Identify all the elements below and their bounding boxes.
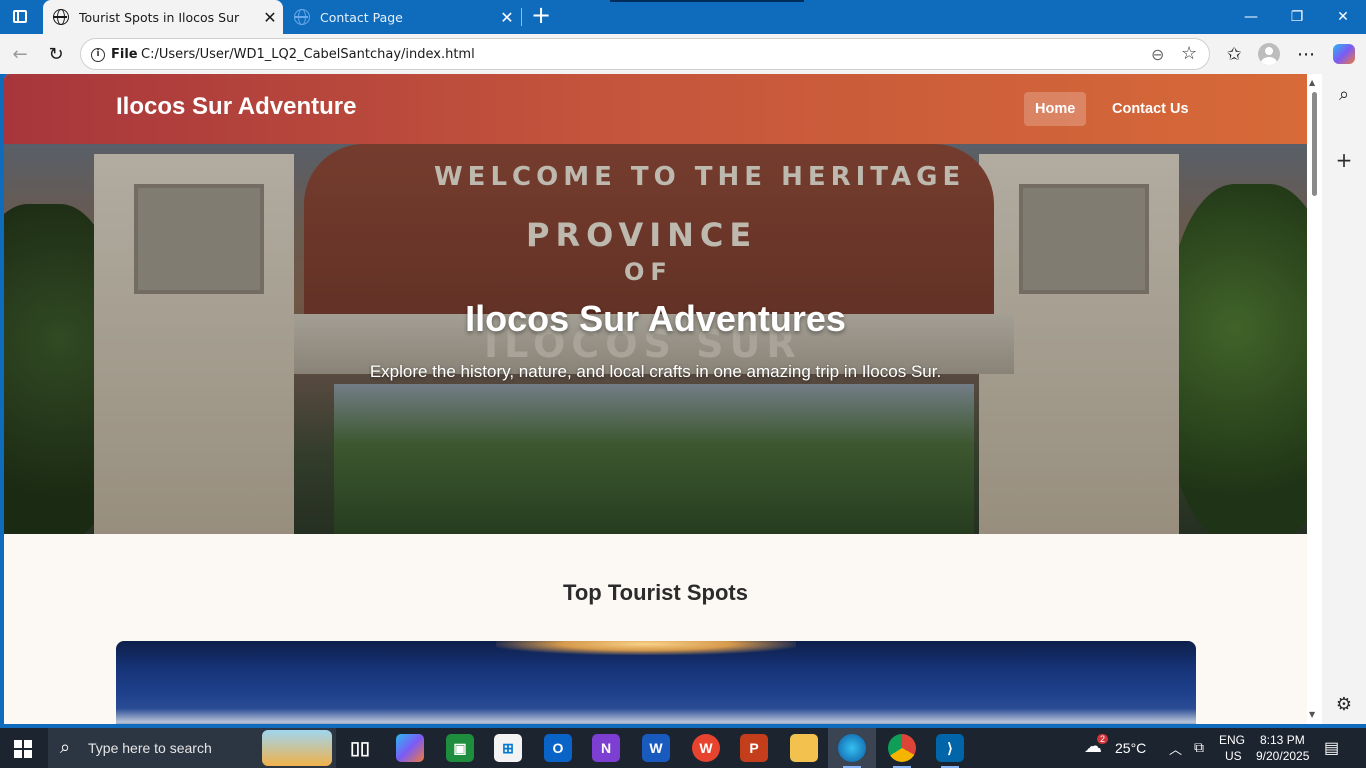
- profile-avatar[interactable]: [1258, 43, 1280, 65]
- sunset-glow: [496, 641, 796, 655]
- weather-badge: 2: [1097, 734, 1109, 744]
- notifications-icon[interactable]: ▤: [1324, 738, 1339, 758]
- store-app-icon[interactable]: ⊞: [494, 734, 522, 762]
- windows-start-icon[interactable]: [14, 740, 32, 758]
- tab-title: Contact Page: [320, 9, 403, 25]
- word-app-icon[interactable]: W: [642, 734, 670, 762]
- scrollbar-thumb[interactable]: [1312, 92, 1317, 196]
- site-header: Ilocos Sur Adventure Home Contact Us: [4, 74, 1307, 144]
- back-arrow-icon[interactable]: ←: [6, 41, 34, 67]
- url-text[interactable]: C:/Users/User/WD1_LQ2_CabelSantchay/inde…: [141, 47, 475, 62]
- page-scrollbar[interactable]: ▲ ▼: [1307, 74, 1322, 724]
- info-icon[interactable]: i: [91, 48, 105, 62]
- refresh-icon[interactable]: ↻: [42, 41, 70, 67]
- close-window-button[interactable]: ✕: [1320, 0, 1366, 34]
- chrome-app-icon[interactable]: [888, 734, 916, 762]
- file-explorer-icon[interactable]: [790, 734, 818, 762]
- nav-contact-link[interactable]: Contact Us: [1101, 92, 1200, 126]
- search-icon: ⌕: [60, 737, 71, 758]
- favorite-star-icon[interactable]: ☆: [1181, 43, 1197, 64]
- browser-title-bar: Tourist Spots in Ilocos Sur ✕ Contact Pa…: [0, 0, 1366, 34]
- outlook-app-icon[interactable]: O: [544, 734, 572, 762]
- taskbar-search-placeholder: Type here to search: [88, 740, 212, 756]
- globe-icon: [53, 9, 69, 25]
- classroom-app-icon[interactable]: ▣: [446, 734, 474, 762]
- onenote-app-icon[interactable]: N: [592, 734, 620, 762]
- tab-contact-page[interactable]: Contact Page ✕: [284, 0, 520, 34]
- page-viewport: Ilocos Sur Adventure Home Contact Us WEL…: [4, 74, 1307, 724]
- wps-app-icon[interactable]: W: [692, 734, 720, 762]
- language-bottom[interactable]: US: [1225, 749, 1242, 763]
- tab-actions-icon[interactable]: [8, 6, 32, 28]
- search-icon[interactable]: ⌕: [1322, 84, 1366, 105]
- more-menu-icon[interactable]: ⋯: [1292, 41, 1320, 67]
- scroll-up-icon[interactable]: ▲: [1309, 78, 1315, 87]
- clock-time[interactable]: 8:13 PM: [1260, 733, 1305, 747]
- show-hidden-icons-chevron-icon[interactable]: ︿: [1169, 739, 1182, 758]
- clock-date[interactable]: 9/20/2025: [1256, 749, 1309, 763]
- copilot-app-icon[interactable]: [396, 734, 424, 762]
- vscode-app-icon[interactable]: ⟩: [936, 734, 964, 762]
- windows-taskbar: ⌕ Type here to search ▯▯ ▣ ⊞ O N W W P ⟩…: [0, 728, 1366, 768]
- scroll-down-icon[interactable]: ▼: [1309, 710, 1315, 719]
- settings-gear-icon[interactable]: ⚙: [1322, 694, 1366, 715]
- browser-sidebar: ⌕ + ⚙: [1322, 74, 1366, 724]
- powerpoint-app-icon[interactable]: P: [740, 734, 768, 762]
- new-tab-button[interactable]: +: [530, 3, 552, 29]
- hero-title: Ilocos Sur Adventures: [465, 298, 846, 339]
- url-scheme-label: File: [111, 47, 138, 62]
- globe-icon: [294, 9, 310, 25]
- section-title: Top Tourist Spots: [563, 580, 748, 605]
- edge-app-icon[interactable]: [838, 734, 866, 762]
- hero-banner: WELCOME TO THE HERITAGE PROVINCE OF ILOC…: [4, 144, 1307, 534]
- browser-toolbar: ← ↻ i File C:/Users/User/WD1_LQ2_CabelSa…: [0, 34, 1366, 74]
- close-tab-icon[interactable]: ✕: [257, 8, 283, 27]
- task-view-icon[interactable]: ▯▯: [346, 734, 374, 762]
- add-sidebar-icon[interactable]: +: [1322, 148, 1366, 172]
- nav-home-link[interactable]: Home: [1024, 92, 1087, 126]
- close-tab-icon[interactable]: ✕: [494, 8, 520, 27]
- copilot-icon[interactable]: [1333, 44, 1355, 64]
- restore-button[interactable]: ❐: [1274, 0, 1320, 34]
- tourist-spot-card-image[interactable]: [116, 641, 1196, 724]
- titlebar-accent-line: [610, 0, 804, 2]
- site-logo[interactable]: Ilocos Sur Adventure: [116, 93, 357, 121]
- taskbar-search-box[interactable]: ⌕ Type here to search: [48, 728, 336, 768]
- favorites-icon[interactable]: ✩: [1220, 41, 1248, 67]
- zoom-icon[interactable]: ⊖: [1151, 45, 1164, 64]
- tab-tourist-spots[interactable]: Tourist Spots in Ilocos Sur ✕: [43, 0, 283, 34]
- language-top[interactable]: ENG: [1219, 733, 1245, 747]
- hero-subtitle: Explore the history, nature, and local c…: [369, 362, 942, 381]
- search-highlight-image[interactable]: [262, 730, 332, 766]
- network-icon[interactable]: ⧉: [1194, 739, 1204, 756]
- tab-title: Tourist Spots in Ilocos Sur: [79, 9, 240, 25]
- temperature-label[interactable]: 25°C: [1115, 740, 1146, 756]
- minimize-button[interactable]: —: [1228, 0, 1274, 34]
- tab-divider: [521, 8, 522, 26]
- address-bar[interactable]: i File C:/Users/User/WD1_LQ2_CabelSantch…: [80, 38, 1210, 70]
